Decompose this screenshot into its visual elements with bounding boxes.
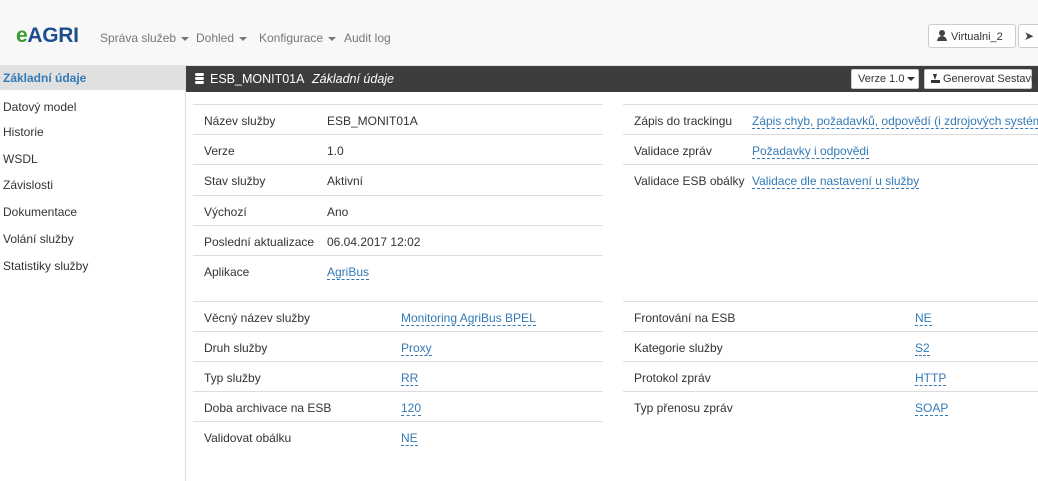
section-title: Základní údaje xyxy=(312,72,395,86)
download-icon xyxy=(931,74,940,83)
user-menu-button[interactable]: Virtualni_2 xyxy=(928,24,1016,48)
field-label: Název služby xyxy=(204,114,276,128)
table-row: Typ služby RR xyxy=(193,361,603,391)
table-row: Výchozí Ano xyxy=(193,195,603,225)
chevron-down-icon xyxy=(328,36,337,41)
nav-sprava-sluzeb[interactable]: Správa služeb xyxy=(100,31,190,45)
table-row: Validace ESB obálky Validace dle nastave… xyxy=(623,164,1038,194)
table-row: Verze 1.0 xyxy=(193,134,603,164)
field-label: Typ služby xyxy=(204,371,261,385)
application-link[interactable]: AgriBus xyxy=(327,265,370,280)
table-row: Věcný název služby Monitoring AgriBus BP… xyxy=(193,301,603,331)
nav-konfigurace[interactable]: Konfigurace xyxy=(259,31,337,45)
sidebar-item-volani-sluzby[interactable]: Volání služby xyxy=(0,232,185,246)
field-label: Validace ESB obálky xyxy=(634,174,745,188)
user-icon xyxy=(937,30,947,41)
table-row: Validace zpráv Požadavky i odpovědi xyxy=(623,134,1038,164)
field-label: Kategorie služby xyxy=(634,341,723,355)
table-row: Doba archivace na ESB 120 xyxy=(193,391,603,421)
field-label: Protokol zpráv xyxy=(634,371,711,385)
field-label: Verze xyxy=(204,144,235,158)
table-row: Aplikace AgriBus xyxy=(193,255,603,285)
field-value-link[interactable]: NE xyxy=(915,311,932,326)
generate-report-label: Generovat Sestavu xyxy=(943,73,1038,85)
sidebar: Základní údaje Datový model Historie WSD… xyxy=(0,66,186,481)
field-value-link[interactable]: RR xyxy=(401,371,419,386)
field-label: Doba archivace na ESB xyxy=(204,401,332,415)
brand-logo-agri: AGRI xyxy=(27,24,79,47)
field-value: 06.04.2017 12:02 xyxy=(327,235,421,249)
chevron-down-icon xyxy=(181,36,190,41)
table-row: Poslední aktualizace 06.04.2017 12:02 xyxy=(193,225,603,255)
field-label: Validovat obálku xyxy=(204,431,292,445)
sidebar-item-statistiky-sluzby[interactable]: Statistiky služby xyxy=(0,259,185,273)
field-label: Věcný název služby xyxy=(204,311,311,325)
field-label: Druh služby xyxy=(204,341,268,355)
sidebar-item-dokumentace[interactable]: Dokumentace xyxy=(0,205,185,219)
nav-konfigurace-label: Konfigurace xyxy=(259,31,324,45)
chevron-down-icon xyxy=(239,36,248,41)
nav-sprava-sluzeb-label: Správa služeb xyxy=(100,31,177,45)
table-row: Zápis do trackingu Zápis chyb, požadavků… xyxy=(623,104,1038,134)
field-value: Aktivní xyxy=(327,174,364,188)
logout-icon: ➤ xyxy=(1024,29,1035,43)
sidebar-item-datovy-model[interactable]: Datový model xyxy=(0,100,185,114)
table-row: Frontování na ESB NE xyxy=(623,301,1038,331)
field-label: Validace zpráv xyxy=(634,144,712,158)
version-dropdown[interactable]: Verze 1.0 xyxy=(851,69,919,89)
field-value: Ano xyxy=(327,205,349,219)
top-navbar: eAGRI Správa služeb Dohled Konfigurace A… xyxy=(0,0,1038,66)
field-value-link[interactable]: NE xyxy=(401,431,418,446)
field-value-link[interactable]: SOAP xyxy=(915,401,949,416)
field-label: Aplikace xyxy=(204,265,250,279)
field-label: Poslední aktualizace xyxy=(204,235,315,249)
envelope-validation-link[interactable]: Validace dle nastavení u služby xyxy=(752,174,920,189)
table-row: Typ přenosu zpráv SOAP xyxy=(623,391,1038,421)
brand-logo-e: e xyxy=(16,24,28,47)
nav-audit-log[interactable]: Audit log xyxy=(344,31,391,45)
field-label: Zápis do trackingu xyxy=(634,114,733,128)
field-value-link[interactable]: S2 xyxy=(915,341,930,356)
nav-dohled-label: Dohled xyxy=(196,31,235,45)
field-value: 1.0 xyxy=(327,144,344,158)
sidebar-item-historie[interactable]: Historie xyxy=(0,125,185,139)
field-label: Frontování na ESB xyxy=(634,311,736,325)
table-row: Druh služby Proxy xyxy=(193,331,603,361)
tracking-link[interactable]: Zápis chyb, požadavků, odpovědí (i zdroj… xyxy=(752,114,1038,129)
sidebar-item-wsdl[interactable]: WSDL xyxy=(0,152,185,166)
brand-logo[interactable]: eAGRI xyxy=(16,24,79,48)
logout-button[interactable]: ➤ xyxy=(1018,24,1038,48)
message-validation-link[interactable]: Požadavky i odpovědi xyxy=(752,144,869,159)
user-name: Virtualni_2 xyxy=(951,31,1003,43)
table-row: Kategorie služby S2 xyxy=(623,331,1038,361)
version-label: Verze 1.0 xyxy=(858,73,905,85)
field-value: ESB_MONIT01A xyxy=(327,114,418,128)
nav-audit-log-label: Audit log xyxy=(344,31,391,45)
field-label: Výchozí xyxy=(204,205,247,219)
sidebar-item-zavislosti[interactable]: Závislosti xyxy=(0,178,185,192)
table-row: Validovat obálku NE xyxy=(193,421,603,451)
field-value-link[interactable]: Monitoring AgriBus BPEL xyxy=(401,311,536,326)
table-row: Protokol zpráv HTTP xyxy=(623,361,1038,391)
field-value-link[interactable]: 120 xyxy=(401,401,422,416)
generate-report-button[interactable]: Generovat Sestavu xyxy=(924,69,1037,89)
chevron-down-icon xyxy=(907,77,916,82)
field-label: Stav služby xyxy=(204,174,266,188)
table-row: Stav služby Aktivní xyxy=(193,164,603,194)
sidebar-item-zakladni-udaje[interactable]: Základní údaje xyxy=(0,66,185,90)
field-label: Typ přenosu zpráv xyxy=(634,401,733,415)
nav-dohled[interactable]: Dohled xyxy=(196,31,248,45)
table-row: Název služby ESB_MONIT01A xyxy=(193,104,603,134)
database-icon xyxy=(195,73,204,84)
field-value-link[interactable]: HTTP xyxy=(915,371,947,386)
page-header: ESB_MONIT01A Základní údaje Verze 1.0 Ge… xyxy=(186,66,1038,92)
service-name-title: ESB_MONIT01A xyxy=(210,72,305,86)
field-value-link[interactable]: Proxy xyxy=(401,341,432,356)
